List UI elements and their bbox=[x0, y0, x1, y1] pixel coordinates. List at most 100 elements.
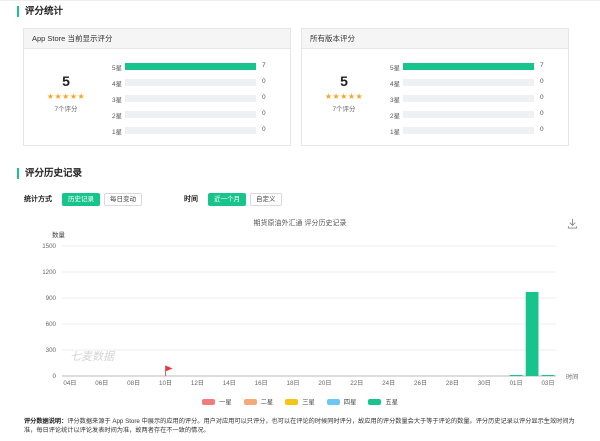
legend-label: 一星 bbox=[219, 399, 232, 406]
rating-bar-fill bbox=[125, 63, 256, 70]
rating-row-label: 2星 bbox=[390, 113, 401, 120]
rating-data-note: 评分数据说明：评分数据来源于 App Store 中展示的应用的评分。用户对应用… bbox=[24, 418, 580, 435]
legend-swatch bbox=[285, 398, 299, 405]
rating-row: 5星 7 bbox=[112, 60, 288, 76]
x-tick-label: 28日 bbox=[446, 380, 459, 387]
top-divider bbox=[0, 0, 600, 1]
rating-row-label: 3星 bbox=[112, 97, 123, 104]
rating-bar-track bbox=[125, 79, 256, 86]
legend-label: 四星 bbox=[343, 399, 357, 406]
rating-bar-track bbox=[403, 79, 534, 86]
rating-row-count: 0 bbox=[540, 126, 544, 133]
legend-item[interactable]: 三星 bbox=[285, 397, 315, 406]
legend-swatch bbox=[326, 398, 340, 405]
rating-bar-fill bbox=[403, 63, 534, 70]
watermark-text: 七麦数据 bbox=[70, 350, 116, 363]
rating-bar-track bbox=[125, 127, 256, 134]
card-title: 所有版本评分 bbox=[302, 29, 568, 49]
rating-bar-track bbox=[403, 63, 534, 70]
section-title-rating-stats: 评分统计 bbox=[17, 6, 63, 17]
rating-row-count: 7 bbox=[262, 62, 266, 69]
rating-row: 3星 0 bbox=[112, 92, 288, 108]
x-tick-label: 16日 bbox=[255, 380, 268, 387]
rating-row: 3星 0 bbox=[390, 92, 566, 108]
x-tick-label: 08日 bbox=[127, 380, 140, 387]
y-tick-label: 600 bbox=[46, 321, 57, 328]
rating-count: 7个评分 bbox=[54, 106, 78, 113]
method-option-history[interactable]: 历史记录 bbox=[62, 192, 100, 206]
note-text: 评分数据来源于 App Store 中展示的应用的评分。用户对应用可以只评分，也… bbox=[24, 418, 575, 434]
rating-bar-track bbox=[125, 95, 256, 102]
x-axis-label: 时间 bbox=[566, 373, 578, 381]
y-tick-label: 1500 bbox=[42, 243, 56, 250]
rating-row-label: 3星 bbox=[390, 97, 401, 104]
legend-item[interactable]: 五星 bbox=[368, 397, 398, 406]
x-tick-label: 30日 bbox=[478, 380, 491, 387]
rating-row: 4星 0 bbox=[112, 76, 288, 92]
chart-bar bbox=[541, 375, 555, 376]
x-tick-label: 01日 bbox=[510, 380, 523, 387]
rating-row: 1星 0 bbox=[112, 124, 288, 140]
x-tick-label: 24日 bbox=[382, 380, 395, 387]
x-tick-label: 18日 bbox=[287, 380, 300, 387]
rating-row-count: 7 bbox=[540, 62, 544, 69]
star-rating-icon: ★★★★★ bbox=[324, 92, 364, 101]
y-tick-label: 0 bbox=[53, 373, 57, 380]
rating-bar-track bbox=[403, 111, 534, 118]
rating-row: 1星 0 bbox=[390, 124, 566, 140]
rating-row-label: 1星 bbox=[390, 129, 401, 136]
legend-swatch bbox=[368, 398, 382, 405]
y-tick-label: 1200 bbox=[42, 269, 56, 276]
legend-swatch bbox=[202, 398, 216, 405]
legend-label: 二星 bbox=[260, 399, 274, 406]
rating-distribution: 5星 7 4星 0 3星 0 2星 0 1星 0 bbox=[390, 60, 566, 140]
x-tick-label: 10日 bbox=[159, 380, 172, 387]
rating-row-count: 0 bbox=[262, 94, 266, 101]
legend-item[interactable]: 一星 bbox=[202, 397, 232, 406]
x-tick-label: 06日 bbox=[95, 380, 108, 387]
flag-icon bbox=[165, 365, 173, 376]
rating-row-count: 0 bbox=[262, 78, 266, 85]
x-tick-label: 04日 bbox=[63, 380, 76, 387]
time-option-custom[interactable]: 自定义 bbox=[250, 192, 282, 206]
time-label: 时间 bbox=[184, 196, 198, 203]
legend-label: 五星 bbox=[385, 399, 398, 406]
rating-row-label: 5星 bbox=[390, 65, 401, 72]
legend-item[interactable]: 二星 bbox=[243, 397, 274, 406]
score-block: 5 ★★★★★ 7个评分 bbox=[314, 73, 374, 113]
rating-bar-track bbox=[403, 95, 534, 102]
rating-distribution: 5星 7 4星 0 3星 0 2星 0 1星 0 bbox=[112, 60, 288, 140]
score-block: 5 ★★★★★ 7个评分 bbox=[36, 73, 96, 113]
star-rating-icon: ★★★★★ bbox=[46, 92, 86, 101]
rating-bar-track bbox=[125, 111, 256, 118]
method-option-daily[interactable]: 每日变动 bbox=[104, 192, 142, 206]
rating-row-count: 0 bbox=[262, 126, 266, 133]
rating-row: 5星 7 bbox=[390, 60, 566, 76]
chart-legend: 一星 二星 三星 四星 五星 bbox=[0, 397, 600, 406]
y-axis-label: 数量 bbox=[52, 230, 66, 239]
rating-row: 2星 0 bbox=[390, 108, 566, 124]
chart-bar bbox=[525, 291, 539, 376]
rating-card-current: App Store 当前显示评分 5 ★★★★★ 7个评分 5星 7 4星 0 3星… bbox=[23, 28, 291, 146]
rating-row-label: 1星 bbox=[112, 129, 123, 136]
x-tick-label: 22日 bbox=[350, 380, 363, 387]
note-label: 评分数据说明： bbox=[24, 418, 68, 425]
time-option-last-month[interactable]: 近一个月 bbox=[208, 192, 246, 206]
y-tick-label: 900 bbox=[46, 295, 57, 302]
rating-row-count: 0 bbox=[262, 110, 266, 117]
rating-history-chart: 数量 0 300 600 900 1200 1500 七麦数据 04日 06日 08日 10日 12日 1… bbox=[42, 230, 578, 387]
rating-row-label: 5星 bbox=[112, 65, 123, 72]
rating-row-count: 0 bbox=[540, 78, 544, 85]
filter-bar: 统计方式 历史记录 每日变动 时间 近一个月 自定义 bbox=[24, 192, 286, 206]
score-value: 5 bbox=[62, 73, 70, 89]
rating-row-label: 4星 bbox=[390, 81, 401, 88]
legend-item[interactable]: 四星 bbox=[326, 397, 357, 406]
x-tick-label: 03日 bbox=[541, 380, 554, 387]
x-tick-label: 26日 bbox=[414, 380, 427, 387]
x-tick-label: 20日 bbox=[318, 380, 331, 387]
chart-bar bbox=[509, 375, 523, 376]
card-title: App Store 当前显示评分 bbox=[24, 29, 290, 49]
stat-method-label: 统计方式 bbox=[24, 196, 52, 203]
x-tick-label: 14日 bbox=[223, 380, 236, 387]
y-tick-label: 300 bbox=[46, 347, 57, 354]
